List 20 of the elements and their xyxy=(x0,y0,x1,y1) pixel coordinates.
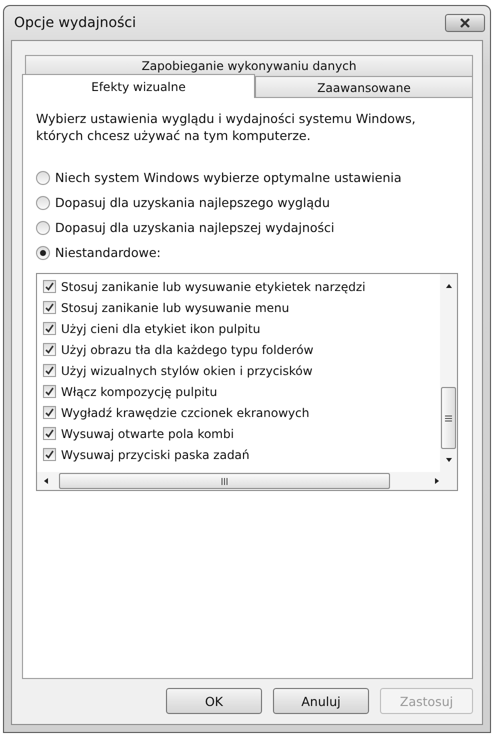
radio-label[interactable]: Niech system Windows wybierze optymalne ustawienia xyxy=(55,170,402,185)
radio-label[interactable]: Dopasuj dla uzyskania najlepszej wydajności xyxy=(55,220,334,235)
checkbox-label[interactable]: Wygładź krawędzie czcionek ekranowych xyxy=(61,406,310,420)
dialog-button[interactable]: OK xyxy=(166,688,262,714)
checkbox-label[interactable]: Włącz kompozycję pulpitu xyxy=(61,384,218,398)
radio-label[interactable]: Dopasuj dla uzyskania najlepszego wyglądu xyxy=(55,195,330,210)
checkbox-label[interactable]: Wysuwaj przyciski paska zadań xyxy=(61,448,250,462)
checkbox-label[interactable]: Stosuj zanikanie lub wysuwanie etykietek narzędzi xyxy=(61,280,366,294)
description-text: Wybierz ustawienia wyglądu i wydajności systemu Windows, których chcesz używać na tym komputerze. xyxy=(36,110,417,144)
radio-label[interactable]: Niestandardowe: xyxy=(55,245,161,260)
tab[interactable]: Zapobieganie wykonywaniu danych xyxy=(25,55,473,76)
checkbox-label[interactable]: Stosuj zanikanie lub wysuwanie menu xyxy=(61,300,290,314)
window-title: Opcje wydajności xyxy=(14,15,136,31)
checkbox-label[interactable]: Użyj obrazu tła dla każdego typu folderów xyxy=(61,342,314,356)
checkbox-label[interactable]: Wysuwaj otwarte pola kombi xyxy=(61,426,234,440)
dialog-button[interactable]: Anuluj xyxy=(273,688,369,714)
tab[interactable]: Efekty wizualne xyxy=(22,74,255,98)
checkbox-label[interactable]: Użyj wizualnych stylów okien i przycisków xyxy=(61,364,313,378)
tab[interactable]: Zaawansowane xyxy=(255,76,473,98)
checkbox-label[interactable]: Użyj cieni dla etykiet ikon pulpitu xyxy=(61,322,260,336)
